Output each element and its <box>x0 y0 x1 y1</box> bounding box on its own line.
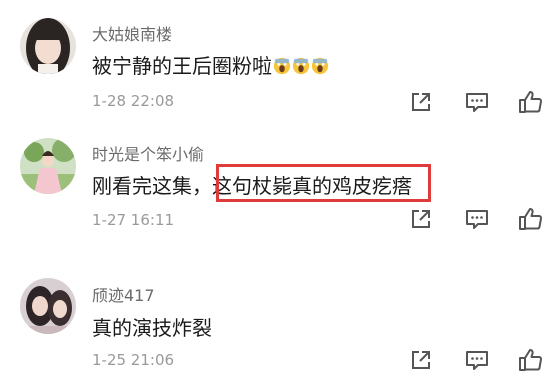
comment-text: 被宁静的王后圈粉啦 <box>92 50 329 79</box>
comment-item: 大姑娘南楼 被宁静的王后圈粉啦 1-28 22:08 <box>0 0 559 128</box>
avatar[interactable] <box>20 278 76 334</box>
scream-face-icon <box>273 57 291 75</box>
comment-text: 真的演技炸裂 <box>92 312 212 341</box>
like-icon <box>519 91 542 113</box>
reply-icon <box>466 210 488 229</box>
reply-button[interactable] <box>463 346 491 374</box>
like-icon <box>519 349 542 371</box>
share-icon <box>412 351 430 369</box>
share-icon <box>412 93 430 111</box>
share-button[interactable] <box>407 205 435 233</box>
like-button[interactable] <box>516 346 544 374</box>
reply-icon <box>466 93 488 112</box>
username[interactable]: 颀迹417 <box>92 282 155 306</box>
comment-item: 颀迹417 真的演技炸裂 1-25 21:06 <box>0 256 559 384</box>
scream-face-icon <box>311 57 329 75</box>
scream-face-icon <box>292 57 310 75</box>
timestamp: 1-27 16:11 <box>92 211 175 229</box>
avatar[interactable] <box>20 18 76 74</box>
reply-button[interactable] <box>463 205 491 233</box>
comment-text: 刚看完这集，这句杖毙真的鸡皮疙瘩 <box>92 170 412 199</box>
share-button[interactable] <box>407 346 435 374</box>
comment-text-body: 真的演技炸裂 <box>92 316 212 340</box>
comment-item: 时光是个笨小偷 刚看完这集，这句杖毙真的鸡皮疙瘩 1-27 16:11 <box>0 128 559 256</box>
comment-text-body: 被宁静的王后圈粉啦 <box>92 54 272 78</box>
reply-button[interactable] <box>463 88 491 116</box>
like-button[interactable] <box>516 88 544 116</box>
share-button[interactable] <box>407 88 435 116</box>
share-icon <box>412 210 430 228</box>
timestamp: 1-25 21:06 <box>92 351 175 369</box>
reply-icon <box>466 351 488 370</box>
username[interactable]: 大姑娘南楼 <box>92 21 172 45</box>
like-icon <box>519 208 542 230</box>
highlighted-text: 这句杖毙真的鸡皮疙瘩 <box>212 174 412 198</box>
comment-text-body: 刚看完这集， <box>92 174 212 198</box>
like-button[interactable] <box>516 205 544 233</box>
timestamp: 1-28 22:08 <box>92 92 175 110</box>
avatar[interactable] <box>20 138 76 194</box>
username[interactable]: 时光是个笨小偷 <box>92 141 204 165</box>
